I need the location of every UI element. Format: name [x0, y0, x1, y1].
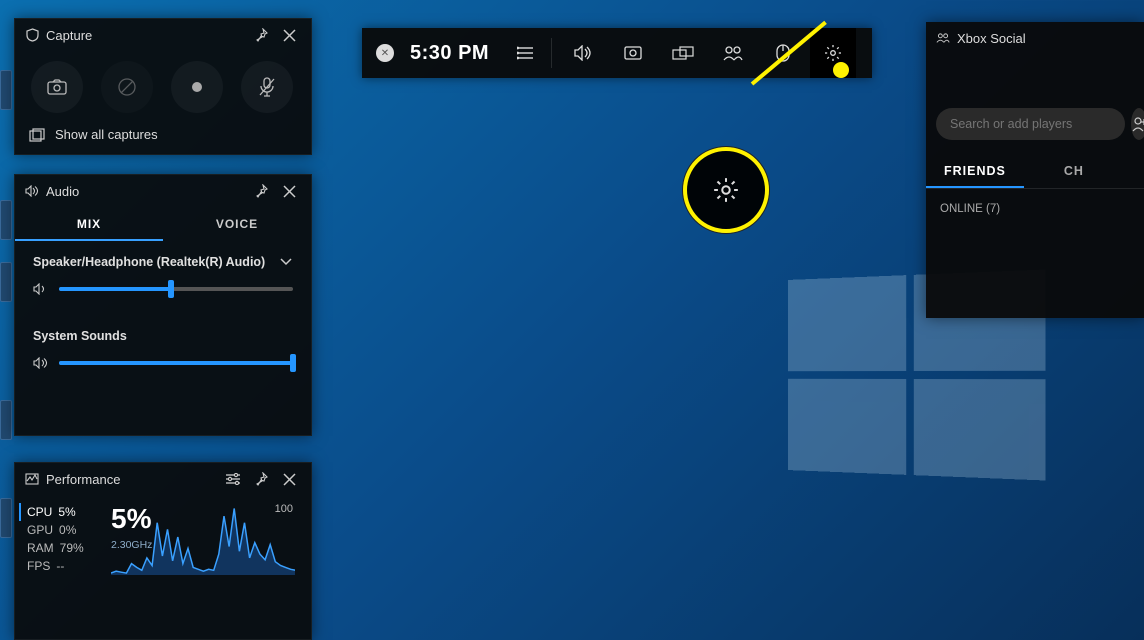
- audio-icon[interactable]: [560, 28, 606, 78]
- annotation-dot: [833, 62, 849, 78]
- performance-icon: [25, 472, 39, 486]
- capture-widget: Capture Show all captures: [14, 18, 312, 155]
- chevron-down-icon[interactable]: [279, 257, 293, 267]
- audio-widget: Audio MIX VOICE Speaker/Headphone (Realt…: [14, 174, 312, 436]
- pin-icon[interactable]: [249, 23, 273, 47]
- show-all-captures-link[interactable]: Show all captures: [15, 121, 311, 154]
- tab-voice[interactable]: VOICE: [163, 207, 311, 241]
- close-icon[interactable]: [277, 179, 301, 203]
- people-icon: [936, 31, 950, 45]
- system-volume-slider[interactable]: [59, 361, 293, 365]
- screenshot-button[interactable]: [31, 61, 83, 113]
- tab-friends[interactable]: FRIENDS: [926, 154, 1024, 188]
- social-title: Xbox Social: [957, 31, 1134, 46]
- xbox-icon[interactable]: [376, 44, 394, 62]
- mic-toggle-button[interactable]: [241, 61, 293, 113]
- gallery-icon: [29, 128, 45, 142]
- capture-icon[interactable]: [610, 28, 656, 78]
- annotation-circle: [683, 147, 769, 233]
- speaker-icon: [33, 357, 49, 369]
- record-last-button[interactable]: [101, 61, 153, 113]
- online-header[interactable]: ONLINE (7): [926, 188, 1144, 215]
- tab-mix[interactable]: MIX: [15, 207, 163, 241]
- audio-device-label: Speaker/Headphone (Realtek(R) Audio): [33, 255, 265, 269]
- widgets-menu-icon[interactable]: [503, 28, 549, 78]
- gear-icon: [713, 177, 739, 203]
- show-all-label: Show all captures: [55, 127, 158, 142]
- speaker-icon: [33, 283, 49, 295]
- shield-icon: [25, 28, 39, 42]
- performance-widget: Performance CPU5%GPU0%RAM79%FPS-- 100 5%…: [14, 462, 312, 640]
- close-icon[interactable]: [277, 23, 301, 47]
- capture-title: Capture: [46, 28, 245, 43]
- clock-label: 5:30 PM: [410, 42, 489, 65]
- performance-icon[interactable]: [660, 28, 706, 78]
- speaker-icon: [25, 184, 39, 198]
- device-volume-slider[interactable]: [59, 287, 293, 291]
- tab-chat[interactable]: CH: [1024, 154, 1102, 188]
- perf-stat-gpu[interactable]: GPU0%: [27, 521, 111, 539]
- record-button[interactable]: [171, 61, 223, 113]
- search-players-input[interactable]: [936, 108, 1125, 140]
- xbox-social-widget: Xbox Social FRIENDS CH ONLINE (7): [926, 22, 1144, 318]
- system-sounds-label: System Sounds: [33, 329, 127, 343]
- perf-stat-cpu[interactable]: CPU5%: [19, 503, 111, 521]
- cpu-chart: [111, 480, 295, 575]
- pin-icon[interactable]: [249, 179, 273, 203]
- add-player-icon[interactable]: [1131, 108, 1144, 140]
- social-icon[interactable]: [710, 28, 756, 78]
- perf-stat-fps[interactable]: FPS--: [27, 557, 111, 575]
- desktop-edge: [0, 0, 14, 640]
- perf-stat-ram[interactable]: RAM79%: [27, 539, 111, 557]
- audio-title: Audio: [46, 184, 245, 199]
- gamebar-toolbar: 5:30 PM: [362, 28, 872, 78]
